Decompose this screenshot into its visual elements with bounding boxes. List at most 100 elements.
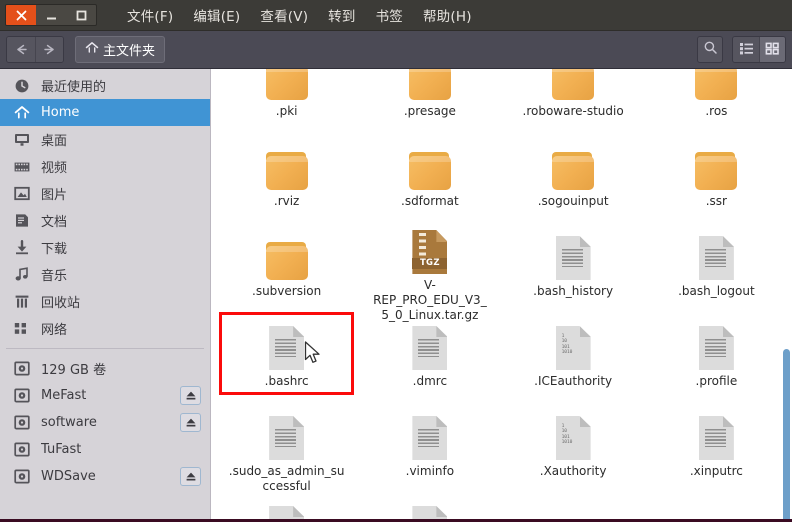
sidebar-item-label: TuFast xyxy=(41,442,82,457)
network-icon xyxy=(13,320,30,337)
file-item[interactable]: .xinputrc xyxy=(645,406,788,496)
eject-button[interactable] xyxy=(180,467,201,486)
sidebar-item-mefast[interactable]: MeFast xyxy=(0,382,210,409)
menu-help[interactable]: 帮助(H) xyxy=(413,2,482,28)
file-item[interactable]: .viminfo xyxy=(358,406,501,496)
file-icon-box: 1 10 101 1010 xyxy=(550,320,596,370)
file-icon-box xyxy=(264,230,310,280)
sidebar-item-downloads[interactable]: 下载 xyxy=(0,234,210,261)
file-icon-box xyxy=(693,140,739,190)
file-item[interactable]: .ssr xyxy=(645,136,788,226)
file-icon-box xyxy=(407,410,453,460)
sidebar-item-home[interactable]: Home xyxy=(0,99,210,126)
file-item[interactable]: 1 10 101 1010 .ICEauthority xyxy=(502,316,645,406)
file-icon-box xyxy=(407,69,453,100)
file-item[interactable]: TGZ V-REP_PRO_EDU_V3_5_0_Linux.tar.gz xyxy=(358,226,501,322)
menu-go[interactable]: 转到 xyxy=(318,2,365,28)
sidebar-item-recent[interactable]: 最近使用的 xyxy=(0,72,210,99)
file-icon-box xyxy=(407,320,453,370)
search-button[interactable] xyxy=(697,36,723,63)
sidebar-item-pictures[interactable]: 图片 xyxy=(0,180,210,207)
file-item[interactable]: .dmrc xyxy=(358,316,501,406)
file-item[interactable]: .presage xyxy=(358,69,501,136)
file-icon-box xyxy=(264,140,310,190)
file-item[interactable]: .sudo_as_admin_successful xyxy=(215,406,358,496)
file-item[interactable]: .bash_logout xyxy=(645,226,788,316)
sidebar-item-label: Home xyxy=(41,105,80,120)
file-item[interactable]: .roboware-studio xyxy=(502,69,645,136)
sidebar-item-wdsave[interactable]: WDSave xyxy=(0,463,210,490)
menu-edit[interactable]: 编辑(E) xyxy=(183,2,250,28)
grid-view-button[interactable] xyxy=(759,37,785,62)
file-item[interactable]: .sdformat xyxy=(358,136,501,226)
file-item[interactable]: .profile xyxy=(645,316,788,406)
drive-icon xyxy=(13,414,30,431)
vertical-scrollbar[interactable] xyxy=(779,69,792,519)
file-item[interactable]: .subversion xyxy=(215,226,358,316)
sidebar-item-label: software xyxy=(41,415,97,430)
sidebar-item-videos[interactable]: 视频 xyxy=(0,153,210,180)
sidebar-item-label: MeFast xyxy=(41,388,87,403)
sidebar-item-software[interactable]: software xyxy=(0,409,210,436)
sidebar-item-label: 图片 xyxy=(41,188,68,203)
menu-file[interactable]: 文件(F) xyxy=(117,2,183,28)
eject-button[interactable] xyxy=(180,386,201,405)
file-list-view[interactable]: .pki .presage .roboware-studio .ros .rviz .sd… xyxy=(211,69,792,519)
recycle-file-icon: ♻ xyxy=(412,506,448,519)
file-icon-box: ♻ xyxy=(407,500,453,519)
file-name-label: .xinputrc xyxy=(689,464,743,478)
file-icon-box xyxy=(264,410,310,460)
window-controls xyxy=(5,4,97,26)
file-item[interactable]: .pki xyxy=(215,69,358,136)
file-name-label: .pki xyxy=(275,104,298,118)
folder-icon xyxy=(695,152,738,190)
menu-view[interactable]: 查看(V) xyxy=(250,2,318,28)
file-item[interactable]: .xsession-errors xyxy=(215,496,358,519)
breadcrumb-label: 主文件夹 xyxy=(103,44,156,59)
file-item[interactable]: .rviz xyxy=(215,136,358,226)
sidebar-item-documents[interactable]: 文档 xyxy=(0,207,210,234)
list-view-button[interactable] xyxy=(733,37,759,62)
music-icon xyxy=(13,266,30,283)
file-item[interactable]: .bash_history xyxy=(502,226,645,316)
icon-grid: .pki .presage .roboware-studio .ros .rviz .sd… xyxy=(211,69,792,519)
sidebar-item-label: 视频 xyxy=(41,161,68,176)
minimize-button[interactable] xyxy=(36,5,66,25)
file-item[interactable]: ♻.xsession-errors.old xyxy=(358,496,501,519)
file-item[interactable]: .bashrc xyxy=(215,316,358,406)
sidebar-item-network[interactable]: 网络 xyxy=(0,315,210,342)
download-icon xyxy=(13,239,30,256)
scrollbar-thumb[interactable] xyxy=(783,349,790,519)
sidebar-item-label: 下载 xyxy=(41,242,68,257)
eject-button[interactable] xyxy=(180,413,201,432)
list-view-icon xyxy=(739,40,754,59)
menu-bookmarks[interactable]: 书签 xyxy=(366,2,413,28)
sidebar-divider xyxy=(6,348,204,349)
sidebar-item-trash[interactable]: 回收站 xyxy=(0,288,210,315)
file-name-label: .viminfo xyxy=(405,464,455,478)
sidebar-item-music[interactable]: 音乐 xyxy=(0,261,210,288)
close-button[interactable] xyxy=(6,5,36,25)
sidebar-item-volume-129gb[interactable]: 129 GB 卷 xyxy=(0,355,210,382)
breadcrumb-home[interactable]: 主文件夹 xyxy=(75,36,166,63)
file-item[interactable]: 1 10 101 1010 .Xauthority xyxy=(502,406,645,496)
toolbar: 主文件夹 xyxy=(0,31,792,69)
forward-button[interactable] xyxy=(35,37,63,62)
search-icon xyxy=(703,40,718,59)
file-item[interactable]: .sogouinput xyxy=(502,136,645,226)
back-button[interactable] xyxy=(7,37,35,62)
file-icon-box xyxy=(264,69,310,100)
drive-icon xyxy=(13,360,30,377)
drive-icon xyxy=(13,468,30,485)
maximize-button[interactable] xyxy=(66,5,96,25)
file-icon-box xyxy=(693,410,739,460)
sidebar-item-tufast[interactable]: TuFast xyxy=(0,436,210,463)
drive-icon xyxy=(13,387,30,404)
file-name-label: .bash_logout xyxy=(678,284,755,298)
archive-icon: TGZ xyxy=(412,230,448,274)
file-item[interactable]: .ros xyxy=(645,69,788,136)
file-icon-box xyxy=(264,500,310,519)
arrow-right-icon xyxy=(44,44,54,55)
sidebar-item-label: 最近使用的 xyxy=(41,80,107,95)
sidebar-item-desktop[interactable]: 桌面 xyxy=(0,126,210,153)
